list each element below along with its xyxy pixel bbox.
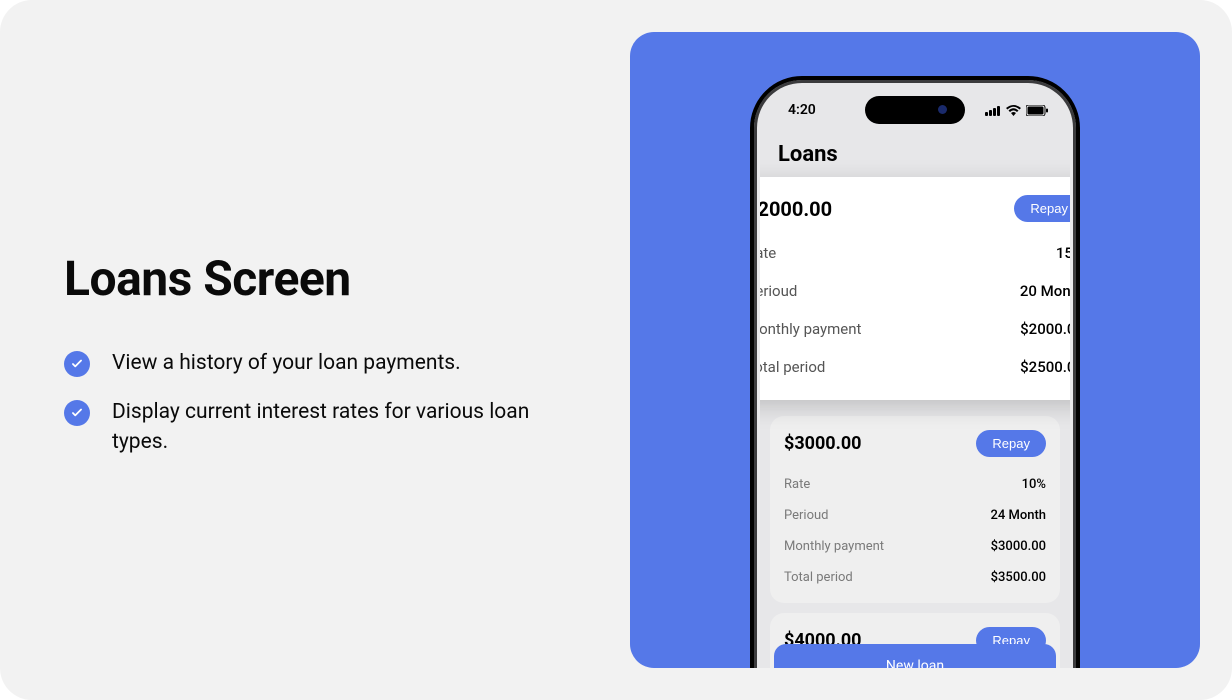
bullet-list: View a history of your loan payments. Di… (64, 349, 630, 457)
bullet-item: Display current interest rates for vario… (64, 398, 584, 457)
loan-row-value: 24 Month (990, 508, 1046, 523)
phone-frame: 4:20 Loans $2000.00 Repay (750, 76, 1080, 668)
loan-amount: $3000.00 (784, 433, 862, 454)
loan-row-label: Monthly payment (760, 320, 861, 338)
loan-row-label: Perioud (784, 508, 829, 523)
repay-button[interactable]: Repay (976, 430, 1046, 457)
phone-screen: 4:20 Loans $2000.00 Repay (760, 86, 1070, 668)
loan-row-label: Total period (760, 358, 825, 376)
loan-row-value: $2000.00 (1020, 320, 1070, 338)
check-icon (64, 351, 90, 377)
status-indicators (985, 105, 1048, 116)
page-title: Loans Screen (64, 250, 630, 307)
loan-row-label: Monthly payment (784, 539, 884, 554)
battery-icon (1026, 105, 1048, 116)
loan-card[interactable]: $3000.00 Repay Rate 10% Perioud 24 Month M… (770, 416, 1060, 603)
bullet-text: View a history of your loan payments. (112, 349, 461, 378)
loan-card[interactable]: $2000.00 Repay Rate 15% Perioud 20 Month M… (760, 177, 1070, 400)
loan-amount: $2000.00 (760, 197, 832, 221)
new-loan-button[interactable]: New loan (774, 644, 1056, 668)
loan-row-value: $2500.00 (1020, 358, 1070, 376)
wifi-icon (1006, 105, 1021, 116)
phone-backdrop: 4:20 Loans $2000.00 Repay (630, 32, 1200, 668)
loan-row-value: 15% (1056, 244, 1070, 262)
signal-icon (985, 105, 1001, 116)
loan-row-value: 20 Month (1020, 282, 1070, 300)
bullet-item: View a history of your loan payments. (64, 349, 584, 378)
dynamic-island (865, 96, 965, 124)
status-time: 4:20 (788, 102, 816, 118)
loan-row-label: Rate (784, 477, 810, 492)
loan-row-value: $3500.00 (991, 570, 1046, 585)
bullet-text: Display current interest rates for vario… (112, 398, 584, 457)
loan-row-value: $3000.00 (991, 539, 1046, 554)
loan-list[interactable]: $2000.00 Repay Rate 15% Perioud 20 Month M… (760, 177, 1070, 668)
loan-row-label: Rate (760, 244, 776, 262)
repay-button[interactable]: Repay (1014, 195, 1070, 222)
check-icon (64, 400, 90, 426)
loan-row-label: Total period (784, 570, 853, 585)
left-column: Loans Screen View a history of your loan… (0, 0, 630, 700)
loan-row-label: Perioud (760, 282, 797, 300)
screen-title: Loans (760, 134, 1070, 177)
presentation-card: Loans Screen View a history of your loan… (0, 0, 1232, 700)
loan-row-value: 10% (1022, 477, 1046, 492)
